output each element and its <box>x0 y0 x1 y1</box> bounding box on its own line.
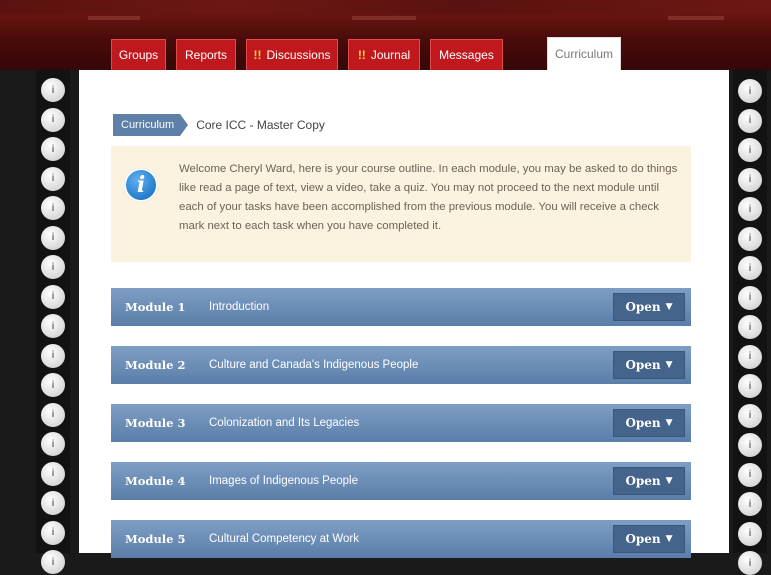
caret-down-icon: ▼ <box>665 476 673 486</box>
film-hole-icon: i <box>41 284 65 309</box>
alert-badge: !! <box>357 48 366 62</box>
breadcrumb: Curriculum Core ICC - Master Copy <box>113 114 325 136</box>
module-title: Introduction <box>209 301 270 313</box>
film-hole-icon: i <box>41 520 65 545</box>
tab-reports-label: Reports <box>184 48 228 62</box>
caret-down-icon: ▼ <box>665 360 673 370</box>
breadcrumb-curriculum-link[interactable]: Curriculum <box>113 114 189 136</box>
film-hole-icon: i <box>738 462 762 487</box>
module-number: Module 3 <box>125 416 186 430</box>
open-button[interactable]: Open ▼ <box>613 351 685 379</box>
module-row-2[interactable]: Module 2 Culture and Canada's Indigenous… <box>111 346 691 384</box>
film-hole-icon: i <box>738 226 762 251</box>
film-hole-icon: i <box>738 492 762 516</box>
open-button-label: Open <box>625 358 661 372</box>
film-hole-icon: i <box>41 373 65 397</box>
film-strip-left: iiiiiiiiiiiiiiiii <box>36 70 70 574</box>
tab-groups[interactable]: Groups <box>111 39 166 70</box>
film-hole-icon: i <box>41 78 65 102</box>
open-button-label: Open <box>625 532 661 546</box>
film-hole-icon: i <box>41 196 65 220</box>
tab-curriculum-label: Curriculum <box>554 47 613 61</box>
caret-down-icon: ▼ <box>665 534 673 544</box>
open-button[interactable]: Open ▼ <box>613 409 685 437</box>
breadcrumb-current: Core ICC - Master Copy <box>196 118 325 132</box>
tab-curriculum[interactable]: Curriculum <box>547 37 621 70</box>
header-decor <box>88 16 140 20</box>
tab-journal[interactable]: !! Journal <box>348 39 420 70</box>
tab-discussions-label: Discussions <box>266 48 331 62</box>
film-hole-icon: i <box>41 225 65 250</box>
tab-reports[interactable]: Reports <box>176 39 236 70</box>
welcome-notice: i Welcome Cheryl Ward, here is your cour… <box>111 146 691 262</box>
film-hole-icon: i <box>41 402 65 427</box>
film-hole-icon: i <box>41 491 65 515</box>
film-hole-icon: i <box>738 256 762 280</box>
module-row-4[interactable]: Module 4 Images of Indigenous People Ope… <box>111 462 691 500</box>
module-title: Cultural Competency at Work <box>209 533 359 545</box>
film-hole-icon: i <box>738 138 762 162</box>
header-decor <box>352 16 416 20</box>
tab-messages[interactable]: Messages <box>430 39 503 70</box>
caret-down-icon: ▼ <box>665 302 673 312</box>
film-hole-icon: i <box>41 550 65 574</box>
header-decor <box>0 0 771 14</box>
tab-journal-label: Journal <box>370 48 411 62</box>
film-hole-icon: i <box>738 403 762 428</box>
open-button-label: Open <box>625 300 661 314</box>
film-hole-icon: i <box>738 315 762 339</box>
film-hole-icon: i <box>738 551 762 575</box>
open-button-label: Open <box>625 474 661 488</box>
film-hole-icon: i <box>738 197 762 221</box>
module-title: Culture and Canada's Indigenous People <box>209 359 419 371</box>
module-number: Module 2 <box>125 358 186 372</box>
film-hole-icon: i <box>738 167 762 192</box>
film-hole-icon: i <box>738 285 762 310</box>
main-panel: Curriculum Core ICC - Master Copy i Welc… <box>79 70 729 558</box>
info-icon: i <box>124 168 158 202</box>
alert-badge: !! <box>253 48 262 62</box>
tab-discussions[interactable]: !! Discussions <box>246 39 338 70</box>
film-hole-icon: i <box>41 255 65 279</box>
tab-groups-label: Groups <box>118 48 159 62</box>
film-hole-icon: i <box>738 344 762 369</box>
module-title: Images of Indigenous People <box>209 475 358 487</box>
module-row-5[interactable]: Module 5 Cultural Competency at Work Ope… <box>111 520 691 558</box>
film-hole-icon: i <box>41 461 65 486</box>
header-decor <box>668 16 724 20</box>
notice-text: Welcome Cheryl Ward, here is your course… <box>179 163 678 232</box>
film-hole-icon: i <box>41 314 65 338</box>
open-button[interactable]: Open ▼ <box>613 525 685 553</box>
film-hole-icon: i <box>738 108 762 133</box>
module-number: Module 1 <box>125 300 186 314</box>
film-strip-right: iiiiiiiiiiiiiiiii <box>733 70 767 575</box>
tab-messages-label: Messages <box>439 48 494 62</box>
module-row-1[interactable]: Module 1 Introduction Open ▼ <box>111 288 691 326</box>
open-button[interactable]: Open ▼ <box>613 467 685 495</box>
film-hole-icon: i <box>738 374 762 398</box>
film-hole-icon: i <box>41 343 65 368</box>
module-row-3[interactable]: Module 3 Colonization and Its Legacies O… <box>111 404 691 442</box>
module-number: Module 5 <box>125 532 186 546</box>
film-hole-icon: i <box>41 137 65 161</box>
open-button[interactable]: Open ▼ <box>613 293 685 321</box>
film-hole-icon: i <box>738 521 762 546</box>
open-button-label: Open <box>625 416 661 430</box>
module-number: Module 4 <box>125 474 186 488</box>
module-title: Colonization and Its Legacies <box>209 417 360 429</box>
breadcrumb-section-label: Curriculum <box>121 119 175 131</box>
film-hole-icon: i <box>738 433 762 457</box>
film-hole-icon: i <box>41 166 65 191</box>
film-hole-icon: i <box>738 79 762 103</box>
film-hole-icon: i <box>41 107 65 132</box>
caret-down-icon: ▼ <box>665 418 673 428</box>
film-hole-icon: i <box>41 432 65 456</box>
